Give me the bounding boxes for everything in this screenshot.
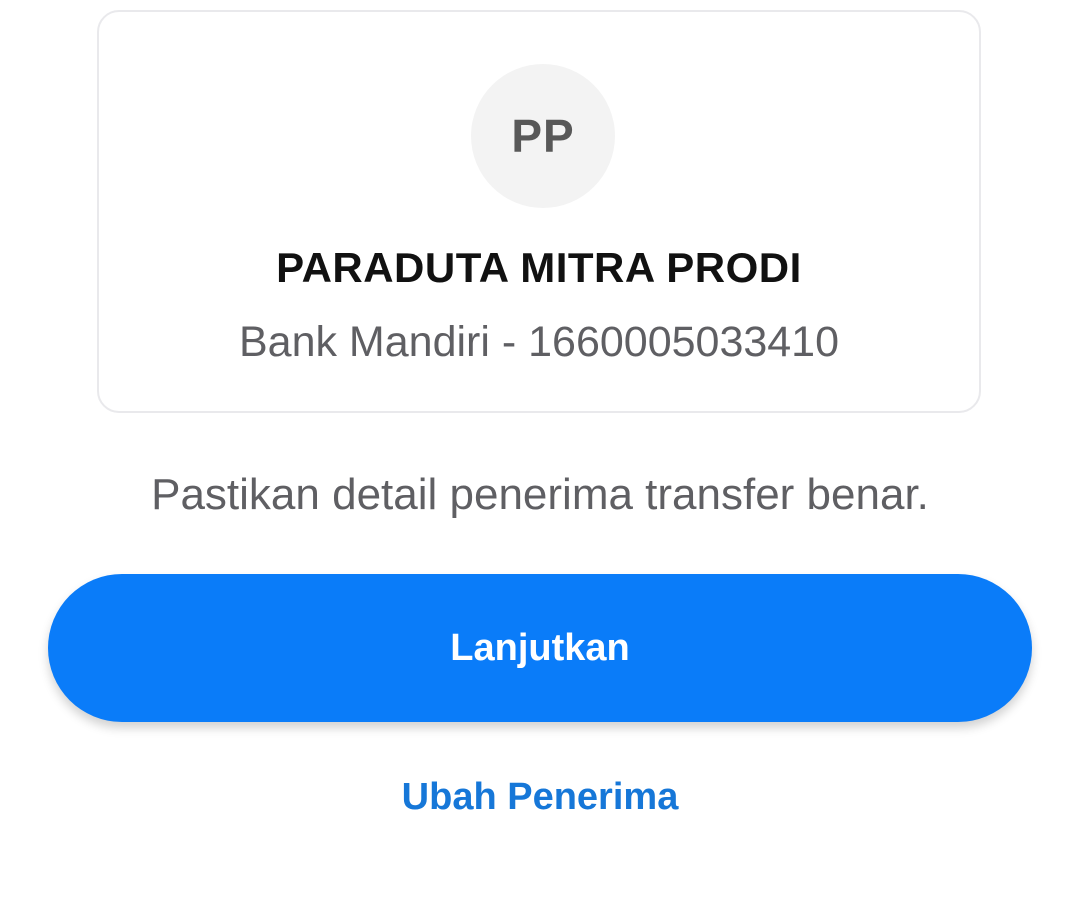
recipient-bank-account: Bank Mandiri - 1660005033410 <box>238 318 840 366</box>
avatar-initials: PP <box>511 110 575 162</box>
confirmation-note: Pastikan detail penerima transfer benar. <box>151 470 929 519</box>
recipient-name: PARADUTA MITRA PRODI <box>276 244 802 291</box>
transfer-recipient-confirmation-screen: PP PARADUTA MITRA PRODI Bank Mandiri - 1… <box>0 0 1080 920</box>
recipient-card: PP PARADUTA MITRA PRODI Bank Mandiri - 1… <box>97 10 981 413</box>
continue-button[interactable]: Lanjutkan <box>48 574 1032 722</box>
change-recipient-link[interactable]: Ubah Penerima <box>0 776 1080 819</box>
avatar: PP <box>471 64 615 208</box>
